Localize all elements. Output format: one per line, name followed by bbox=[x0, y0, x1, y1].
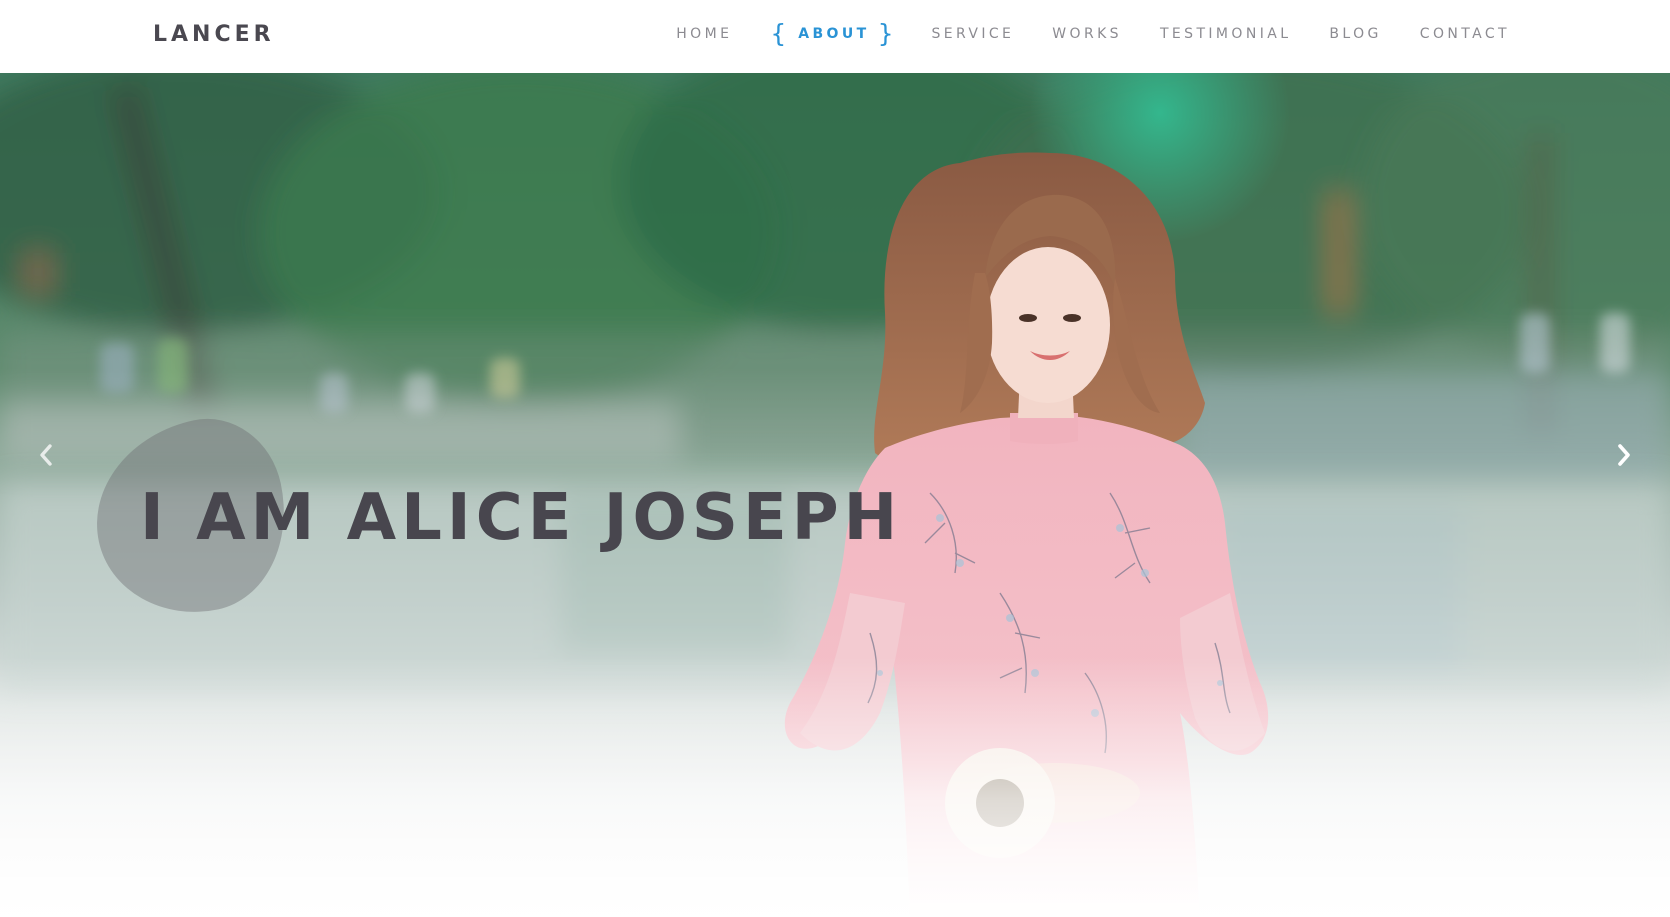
hero-title: I AM ALICE JOSEPH bbox=[140, 481, 903, 555]
nav-works[interactable]: WORKS bbox=[1052, 22, 1122, 46]
nav-about-label: ABOUT bbox=[798, 26, 870, 42]
hero-slider: I AM ALICE JOSEPH bbox=[0, 73, 1670, 917]
nav-works-label: WORKS bbox=[1052, 26, 1122, 42]
nav-contact-label: CONTACT bbox=[1419, 26, 1510, 42]
slider-prev-button[interactable] bbox=[26, 435, 66, 475]
nav-blog-label: BLOG bbox=[1329, 26, 1382, 42]
nav-testimonial[interactable]: TESTIMONIAL bbox=[1160, 22, 1291, 46]
nav-contact[interactable]: CONTACT bbox=[1420, 22, 1510, 46]
active-brace-close: } bbox=[877, 19, 894, 48]
nav-about[interactable]: { ABOUT } bbox=[770, 19, 894, 48]
brand-logo[interactable]: LANCER bbox=[153, 20, 275, 50]
main-nav: HOME { ABOUT } SERVICE WORKS TESTIMONIAL… bbox=[676, 19, 1510, 48]
chevron-left-icon bbox=[40, 444, 52, 466]
nav-testimonial-label: TESTIMONIAL bbox=[1159, 26, 1292, 42]
site-header: LANCER HOME { ABOUT } SERVICE WORKS TEST… bbox=[0, 0, 1670, 73]
nav-home[interactable]: HOME bbox=[676, 22, 732, 46]
nav-blog[interactable]: BLOG bbox=[1329, 22, 1381, 46]
slider-next-button[interactable] bbox=[1604, 435, 1644, 475]
chevron-right-icon bbox=[1618, 444, 1630, 466]
nav-home-label: HOME bbox=[676, 26, 733, 42]
active-brace-open: { bbox=[770, 19, 787, 48]
nav-service[interactable]: SERVICE bbox=[931, 22, 1014, 46]
nav-service-label: SERVICE bbox=[931, 26, 1015, 42]
